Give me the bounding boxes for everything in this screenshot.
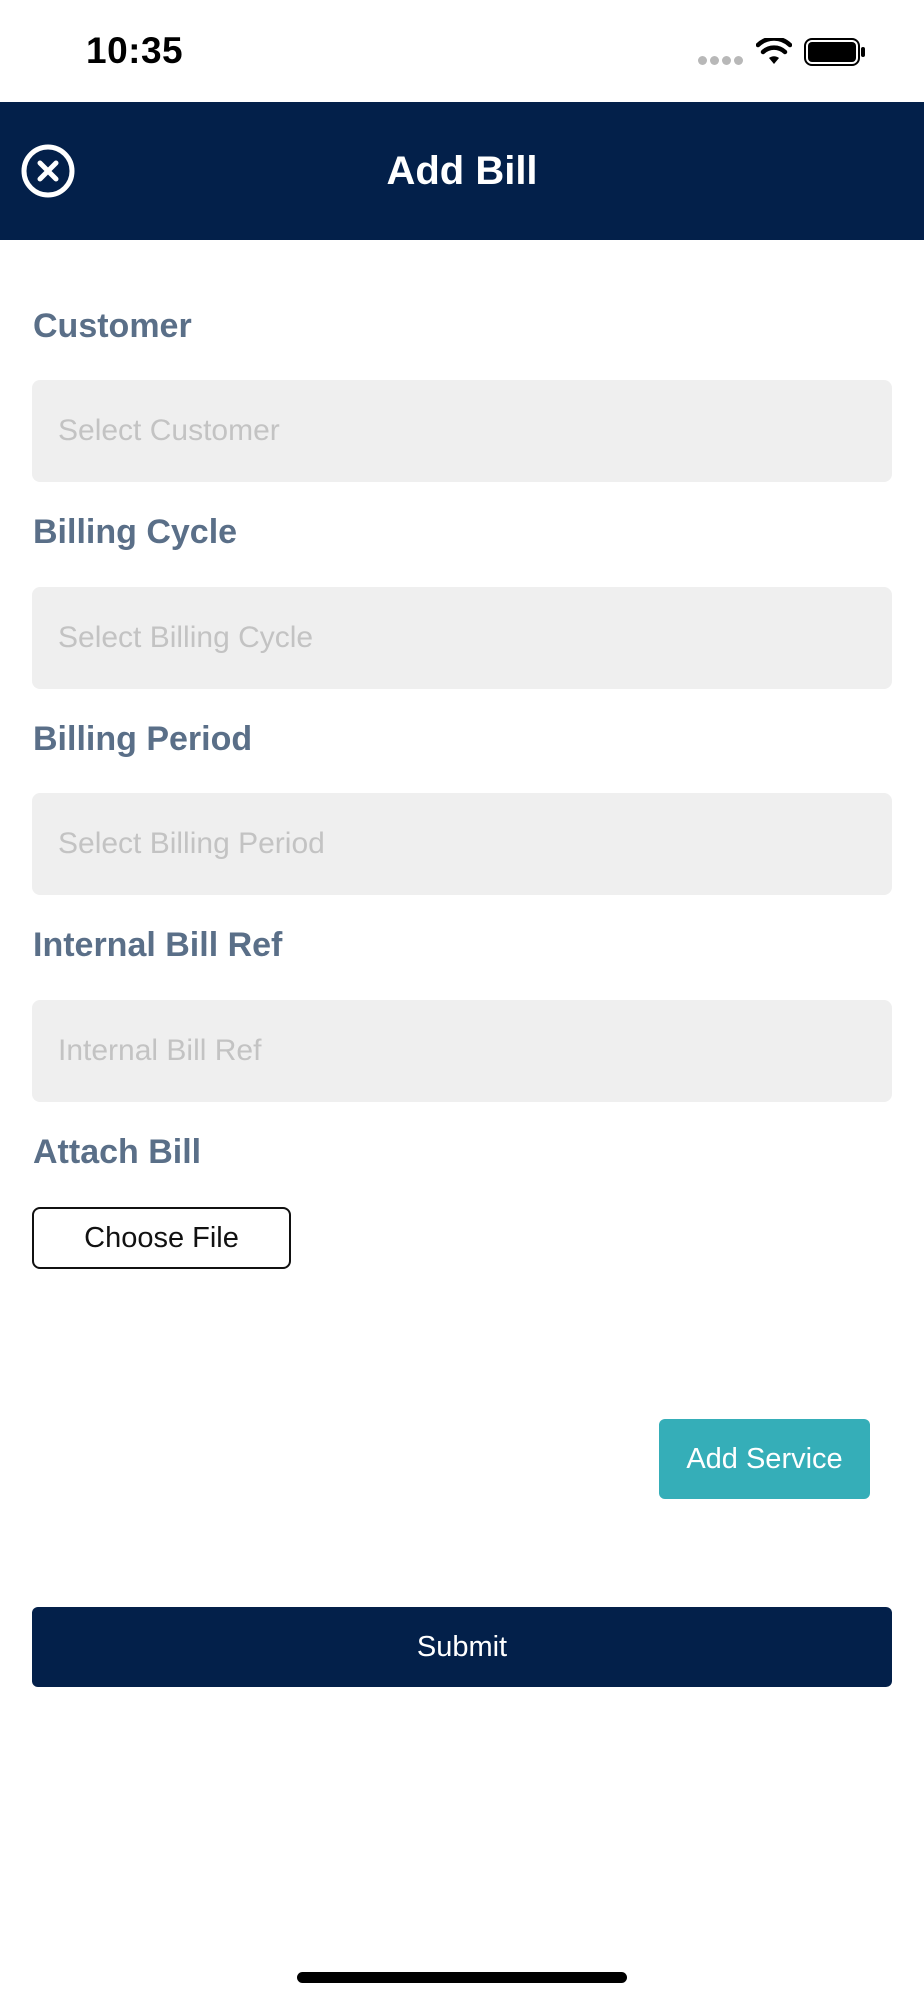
close-icon[interactable]	[20, 143, 76, 199]
status-time: 10:35	[86, 30, 184, 71]
billing-cycle-select[interactable]: Select Billing Cycle	[32, 587, 892, 689]
cellular-signal-icon	[698, 56, 744, 66]
billing-period-label: Billing Period	[33, 720, 253, 758]
submit-button[interactable]: Submit	[32, 1607, 892, 1687]
wifi-icon	[756, 38, 792, 64]
attach-bill-label: Attach Bill	[33, 1133, 202, 1171]
battery-icon	[804, 38, 865, 66]
internal-bill-ref-input[interactable]: Internal Bill Ref	[32, 1000, 892, 1102]
billing-period-select[interactable]: Select Billing Period	[32, 793, 892, 895]
choose-file-button[interactable]: Choose File	[32, 1207, 291, 1269]
status-bar: 10:35	[0, 0, 924, 102]
internal-bill-ref-placeholder: Internal Bill Ref	[58, 1034, 262, 1067]
billing-period-placeholder: Select Billing Period	[58, 827, 325, 860]
add-service-button[interactable]: Add Service	[659, 1419, 870, 1499]
billing-cycle-placeholder: Select Billing Cycle	[58, 621, 314, 654]
page-title: Add Bill	[386, 149, 538, 193]
customer-label: Customer	[33, 307, 192, 345]
customer-placeholder: Select Customer	[58, 414, 280, 447]
internal-bill-ref-label: Internal Bill Ref	[33, 926, 283, 964]
customer-select[interactable]: Select Customer	[32, 380, 892, 482]
billing-cycle-label: Billing Cycle	[33, 513, 238, 551]
home-indicator	[297, 1972, 627, 1983]
